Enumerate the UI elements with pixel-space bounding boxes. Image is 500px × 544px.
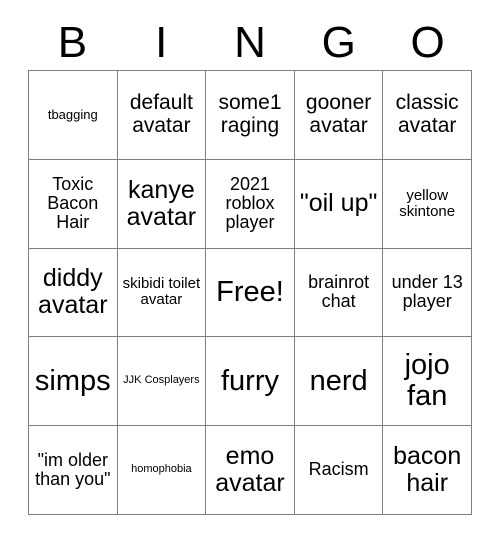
bingo-cell-label: Toxic Bacon Hair	[47, 173, 99, 233]
bingo-cell[interactable]: homophobia	[117, 426, 207, 515]
bingo-cell-label: simps	[34, 364, 111, 397]
bingo-cell-label: homophobia	[131, 463, 192, 476]
bingo-cell[interactable]: emo avatar	[206, 426, 295, 515]
bingo-cell-label: nerd	[309, 364, 368, 397]
bingo-header-row: B I N G O	[28, 16, 472, 70]
bingo-cell-label: diddy avatar	[38, 264, 108, 320]
bingo-cell-label: Racism	[308, 459, 369, 480]
bingo-cell-label: skibidi toilet avatar	[122, 275, 201, 309]
bingo-cell[interactable]: diddy avatar	[29, 248, 118, 338]
bingo-cell[interactable]: Toxic Bacon Hair	[29, 159, 118, 249]
bingo-cell-label: under 13 player	[391, 272, 463, 312]
bingo-cell[interactable]: gooner avatar	[294, 71, 384, 160]
bingo-cell[interactable]: Free!	[206, 248, 295, 338]
bingo-cell-label: "im older than you"	[35, 449, 111, 490]
bingo-cell-label: emo avatar	[215, 442, 285, 498]
bingo-cell-label: tbagging	[47, 106, 98, 122]
header-letter-i: I	[155, 18, 168, 67]
bingo-cell-label: kanye avatar	[126, 175, 197, 231]
bingo-cell[interactable]: classic avatar	[383, 71, 472, 160]
bingo-cell-label: classic avatar	[395, 91, 459, 137]
bingo-cell[interactable]: 2021 roblox player	[206, 159, 295, 249]
bingo-cell-label: JJK Cosplayers	[123, 374, 200, 387]
bingo-cell[interactable]: Racism	[294, 426, 384, 515]
bingo-cell[interactable]: JJK Cosplayers	[117, 337, 207, 427]
bingo-cell[interactable]: simps	[29, 337, 118, 427]
bingo-cell[interactable]: under 13 player	[383, 248, 472, 338]
header-letter-b: B	[57, 18, 88, 67]
bingo-cell-label: default avatar	[129, 91, 193, 137]
header-letter-n: N	[234, 18, 266, 67]
bingo-grid: tbagging default avatar some1 raging gooner…	[28, 70, 472, 515]
bingo-cell-label: Free!	[216, 275, 284, 308]
bingo-cell[interactable]: nerd	[294, 337, 384, 427]
header-letter-g: G	[321, 18, 356, 67]
bingo-cell[interactable]: "im older than you"	[29, 426, 118, 515]
bingo-cell[interactable]: yellow skintone	[383, 159, 472, 249]
bingo-cell[interactable]: "oil up"	[294, 159, 384, 249]
bingo-cell-label: yellow skintone	[399, 186, 456, 220]
bingo-cell[interactable]: jojo fan	[383, 337, 472, 427]
bingo-cell[interactable]: default avatar	[117, 71, 207, 160]
bingo-cell[interactable]: some1 raging	[206, 71, 295, 160]
bingo-cell-label: 2021 roblox player	[225, 173, 275, 233]
bingo-cell-label: "oil up"	[299, 189, 378, 218]
bingo-cell-label: gooner avatar	[305, 91, 372, 137]
bingo-card: B I N G O tbagging default avatar some1 ra…	[0, 0, 500, 544]
bingo-cell-label: jojo fan	[404, 348, 450, 413]
bingo-cell[interactable]: tbagging	[29, 71, 118, 160]
bingo-cell[interactable]: skibidi toilet avatar	[117, 248, 207, 338]
bingo-cell[interactable]: kanye avatar	[117, 159, 207, 249]
bingo-cell[interactable]: furry	[206, 337, 295, 427]
bingo-cell-label: bacon hair	[393, 442, 462, 498]
header-letter-o: O	[410, 18, 445, 67]
bingo-cell-label: some1 raging	[218, 91, 282, 137]
bingo-cell[interactable]: bacon hair	[383, 426, 472, 515]
bingo-cell-label: brainrot chat	[308, 272, 370, 312]
bingo-cell[interactable]: brainrot chat	[294, 248, 384, 338]
bingo-cell-label: furry	[220, 364, 279, 397]
